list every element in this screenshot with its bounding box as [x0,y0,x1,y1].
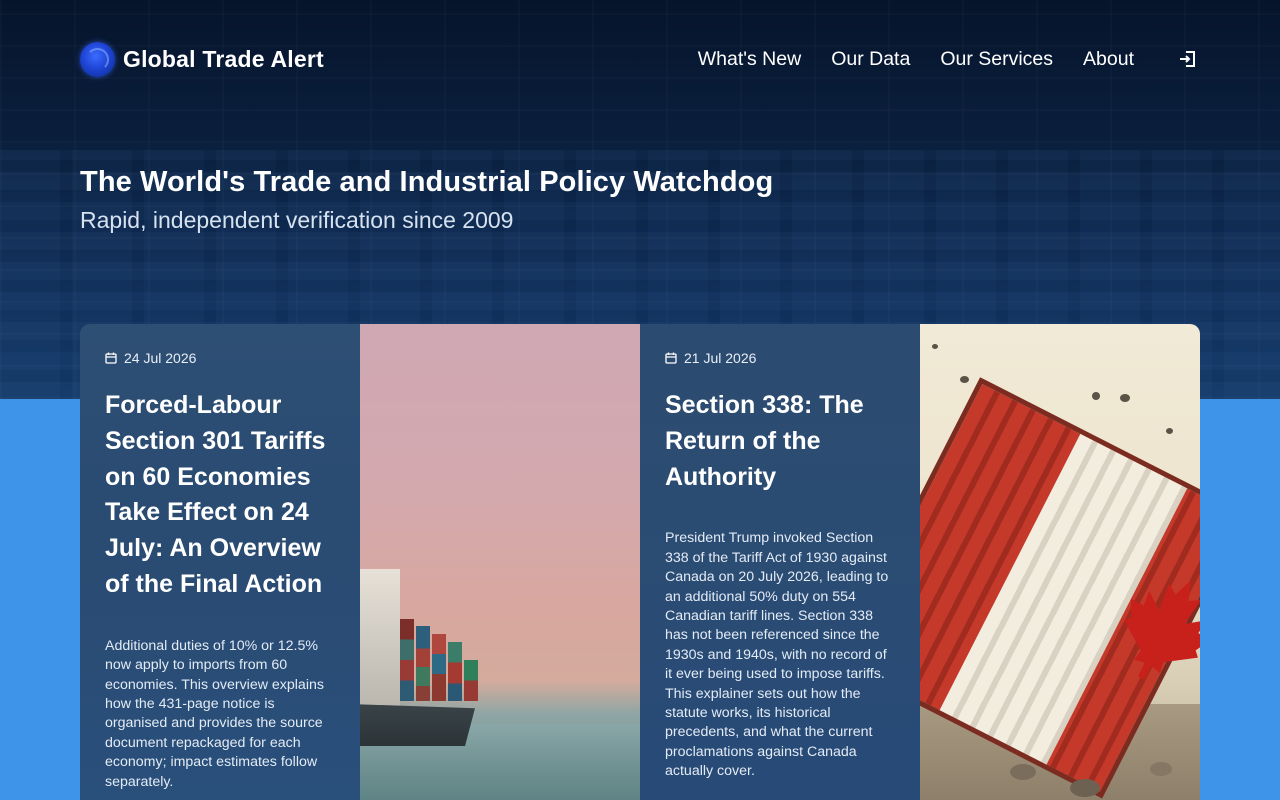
article-card-text[interactable]: 24 Jul 2026 Forced-Labour Section 301 Ta… [80,324,360,800]
featured-articles: 24 Jul 2026 Forced-Labour Section 301 Ta… [80,324,1200,800]
article-description: Additional duties of 10% or 12.5% now ap… [105,637,324,790]
article-card-text[interactable]: 21 Jul 2026 Section 338: The Return of t… [640,324,920,800]
debris [960,376,969,383]
rock [1070,779,1100,797]
brand[interactable]: Global Trade Alert [80,41,324,77]
container-stack [464,660,478,701]
ship-hull [360,704,475,746]
article-date-text: 24 Jul 2026 [124,350,197,366]
container-stack [416,626,430,701]
nav-whats-new[interactable]: What's New [698,48,801,71]
rock [1150,762,1172,776]
article-description: President Trump invoked Section 338 of t… [665,530,889,780]
debris [1166,428,1173,434]
calendar-icon [665,352,677,364]
debris [932,344,938,349]
debris [1120,394,1130,402]
brand-name: Global Trade Alert [123,45,324,72]
rock [1010,764,1036,780]
hero-title: The World's Trade and Industrial Policy … [80,166,774,198]
article-title[interactable]: Forced-Labour Section 301 Tariffs on 60 … [105,388,335,603]
article-title[interactable]: Section 338: The Return of the Authority [665,388,895,495]
nav-our-data[interactable]: Our Data [831,48,910,71]
container-stack [432,634,446,701]
main-nav: What's New Our Data Our Services About [698,47,1200,71]
maple-leaf-icon [1101,560,1200,699]
login-icon[interactable] [1176,47,1200,71]
ship-superstructure [360,569,400,709]
container-stack [400,619,414,701]
site-header: Global Trade Alert What's New Our Data O… [80,38,1200,80]
debris [1092,392,1100,400]
canadian-container-image[interactable] [920,324,1200,800]
article-date: 21 Jul 2026 [665,350,895,366]
container-stack [448,642,462,701]
nav-about[interactable]: About [1083,48,1134,71]
hero-subtitle: Rapid, independent verification since 20… [80,207,514,233]
nav-our-services[interactable]: Our Services [940,48,1053,71]
article-date-text: 21 Jul 2026 [684,350,757,366]
cargo-ship-image[interactable] [360,324,640,800]
globe-logo-icon [80,41,115,77]
article-date: 24 Jul 2026 [105,350,335,366]
calendar-icon [105,352,117,364]
